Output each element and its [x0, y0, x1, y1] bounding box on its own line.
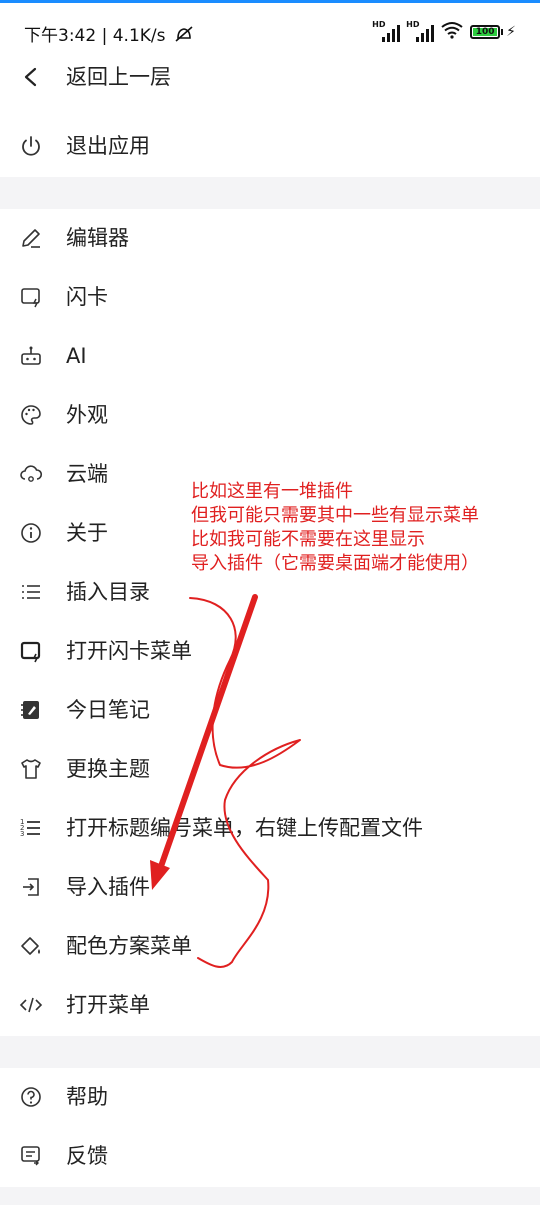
status-time: 下午3:42: [24, 26, 97, 46]
menu-label-color-scheme-menu: 配色方案菜单: [66, 934, 192, 958]
menu-label-about: 关于: [66, 521, 108, 545]
power-icon: [17, 132, 45, 160]
menu-item-help[interactable]: 帮助: [0, 1069, 540, 1127]
status-speed: 4.1K/s: [112, 26, 166, 46]
section-divider-2: [0, 1036, 540, 1068]
menu-label-open-menu: 打开菜单: [66, 993, 150, 1017]
import-icon: [17, 873, 45, 901]
chevron-left-icon: [17, 63, 45, 91]
menu-item-color-scheme-menu[interactable]: 配色方案菜单: [0, 918, 540, 976]
annotation-line-1: 比如这里有一堆插件: [191, 481, 353, 502]
annotation-line-3: 比如我可能不需要在这里显示: [191, 529, 425, 550]
menu-label-daily-note: 今日笔记: [66, 698, 150, 722]
cloud-settings-icon: [17, 460, 45, 488]
menu-item-flashcard[interactable]: 闪卡: [0, 269, 540, 327]
menu-label-help: 帮助: [66, 1085, 108, 1109]
back-label: 返回上一层: [66, 65, 171, 89]
menu-item-open-flashcard-menu[interactable]: 打开闪卡菜单: [0, 623, 540, 681]
menu-label-heading-numbering: 打开标题编号菜单，右键上传配置文件: [66, 816, 423, 840]
robot-icon: [17, 342, 45, 370]
section-divider-3: [0, 1187, 540, 1205]
menu-item-import-plugin[interactable]: 导入插件: [0, 859, 540, 917]
flashcard-icon: [17, 283, 45, 311]
menu-label-editor: 编辑器: [66, 226, 129, 250]
pencil-icon: [17, 224, 45, 252]
annotation-line-2: 但我可能只需要其中一些有显示菜单: [191, 505, 479, 526]
menu-item-appearance[interactable]: 外观: [0, 387, 540, 445]
menu-label-exit: 退出应用: [66, 134, 150, 158]
menu-label-open-flashcard-menu: 打开闪卡菜单: [66, 639, 192, 663]
list-icon: [17, 578, 45, 606]
numbered-list-icon: 123: [17, 814, 45, 842]
info-icon: [17, 519, 45, 547]
flashcard-filled-icon: [17, 637, 45, 665]
palette-icon: [17, 401, 45, 429]
menu-label-flashcard: 闪卡: [66, 285, 108, 309]
menu-item-ai[interactable]: AI: [0, 328, 540, 386]
annotation-note: 比如这里有一堆插件 但我可能只需要其中一些有显示菜单 比如我可能不需要在这里显示…: [191, 480, 479, 576]
menu-item-change-theme[interactable]: 更换主题: [0, 741, 540, 799]
menu-label-appearance: 外观: [66, 403, 108, 427]
menu-item-heading-numbering[interactable]: 123 打开标题编号菜单，右键上传配置文件: [0, 800, 540, 858]
signal-icon-2: HD: [406, 20, 435, 42]
menu-label-ai: AI: [66, 344, 87, 368]
menu-item-editor[interactable]: 编辑器: [0, 210, 540, 268]
menu-item-feedback[interactable]: 反馈: [0, 1128, 540, 1186]
svg-text:3: 3: [20, 830, 24, 838]
status-right: HD HD 100 ⚡: [372, 20, 516, 43]
signal-icon-1: HD: [372, 20, 401, 42]
battery-icon: 100 ⚡: [470, 24, 516, 40]
code-icon: [17, 991, 45, 1019]
menu-item-exit[interactable]: 退出应用: [0, 118, 540, 176]
menu-item-open-menu[interactable]: 打开菜单: [0, 977, 540, 1035]
status-left: 下午3:42 | 4.1K/s: [24, 21, 194, 48]
feedback-icon: [17, 1142, 45, 1170]
alarm-off-icon: [174, 25, 194, 48]
menu-label-change-theme: 更换主题: [66, 757, 150, 781]
menu-label-insert-toc: 插入目录: [66, 580, 150, 604]
help-icon: [17, 1083, 45, 1111]
annotation-line-4: 导入插件（它需要桌面端才能使用）: [191, 553, 479, 574]
menu-label-cloud: 云端: [66, 462, 108, 486]
menu-label-feedback: 反馈: [66, 1144, 108, 1168]
status-separator: |: [101, 26, 113, 46]
notebook-icon: [17, 696, 45, 724]
wifi-icon: [440, 21, 464, 43]
tshirt-icon: [17, 755, 45, 783]
menu-item-daily-note[interactable]: 今日笔记: [0, 682, 540, 740]
back-row[interactable]: 返回上一层: [0, 49, 540, 107]
paint-bucket-icon: [17, 932, 45, 960]
section-divider-1: [0, 177, 540, 209]
menu-label-import-plugin: 导入插件: [66, 875, 150, 899]
